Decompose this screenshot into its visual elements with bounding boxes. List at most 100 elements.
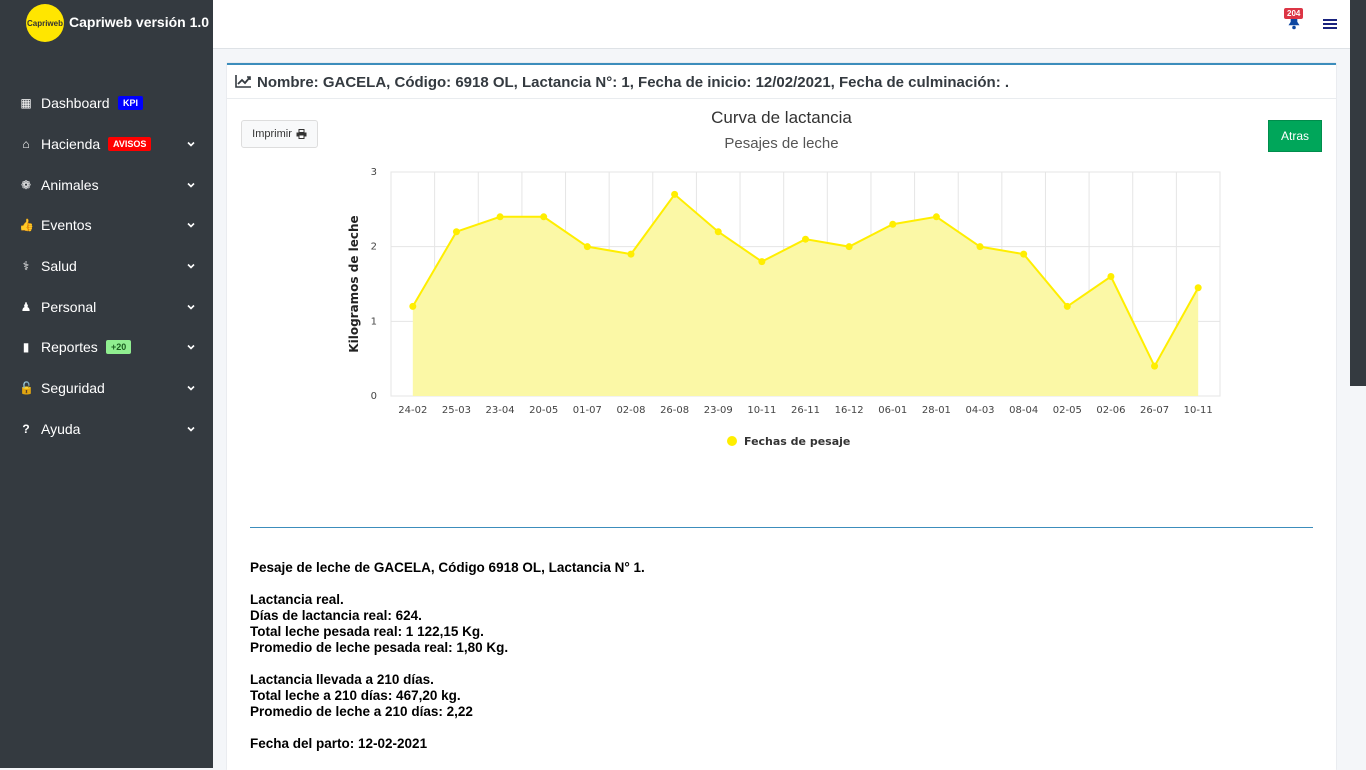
- sidebar-item-personal[interactable]: ♟ Personal: [0, 286, 213, 327]
- sidebar-item-label: Personal: [41, 298, 97, 315]
- y-tick-label: 2: [371, 242, 377, 253]
- hamburger-icon[interactable]: [1323, 17, 1337, 31]
- data-point: [671, 190, 679, 198]
- x-tick-label: 10-11: [747, 405, 776, 416]
- top-navbar: 204: [213, 0, 1350, 49]
- x-tick-label: 01-07: [573, 405, 602, 416]
- data-point: [1063, 302, 1071, 310]
- chevron-down-icon: [187, 223, 195, 229]
- x-tick-label: 26-07: [1140, 405, 1169, 416]
- data-point: [409, 302, 417, 310]
- sidebar-item-label: Reportes: [41, 339, 98, 356]
- data-point: [932, 213, 940, 221]
- chevron-down-icon: [187, 386, 195, 391]
- data-point: [1151, 362, 1159, 370]
- sidebar-item-label: Dashboard: [41, 95, 110, 112]
- question-icon: ?: [22, 421, 30, 436]
- sidebar-item-label: Salud: [41, 258, 77, 275]
- sidebar-item-eventos[interactable]: 👍 Eventos: [0, 205, 213, 246]
- grid-icon: ▦: [20, 96, 32, 111]
- data-point: [889, 220, 897, 228]
- sidebar: Capriweb Capriweb versión 1.0 ▦ Dashboard…: [0, 0, 213, 768]
- chevron-down-icon: [187, 264, 195, 269]
- chevron-down-icon: [187, 345, 195, 351]
- brand-logo-text: Capriweb: [26, 18, 63, 28]
- unlock-icon: 🔓: [19, 381, 34, 396]
- sidebar-badge: AVISOS: [108, 137, 152, 152]
- sidebar-item-animales[interactable]: ❁ Animales: [0, 164, 213, 205]
- stethoscope-icon: ⚕: [22, 259, 30, 274]
- data-point: [1194, 284, 1202, 292]
- sidebar-item-label: Ayuda: [41, 420, 81, 437]
- x-tick-label: 25-03: [442, 405, 471, 416]
- data-point: [976, 243, 984, 251]
- brand-logo: Capriweb: [26, 4, 64, 42]
- sidebar-item-dashboard[interactable]: ▦ Dashboard KPI: [0, 83, 213, 124]
- home-icon: ⌂: [22, 137, 30, 152]
- x-tick-label: 24-02: [398, 405, 427, 416]
- y-tick-label: 1: [371, 316, 377, 327]
- lactation-210-average: Promedio de leche a 210 días: 2,22: [250, 704, 473, 719]
- x-tick-label: 08-04: [1009, 405, 1038, 416]
- summary-heading: Pesaje de leche de GACELA, Código 6918 O…: [250, 560, 645, 575]
- data-point: [1020, 250, 1028, 258]
- sidebar-badge: KPI: [118, 96, 144, 111]
- chevron-down-icon: [187, 141, 195, 147]
- user-secret-icon: ♟: [20, 299, 32, 314]
- x-tick-label: 16-12: [835, 405, 864, 416]
- sidebar-item-salud[interactable]: ⚕ Salud: [0, 246, 213, 287]
- x-tick-label: 23-04: [486, 405, 515, 416]
- x-tick-label: 10-11: [1184, 405, 1213, 416]
- x-tick-label: 02-05: [1053, 405, 1082, 416]
- data-point: [452, 228, 460, 236]
- x-tick-label: 26-08: [660, 405, 689, 416]
- y-tick-label: 3: [371, 167, 377, 178]
- x-tick-label: 20-05: [529, 405, 558, 416]
- lactation-210-total: Total leche a 210 días: 467,20 kg.: [250, 688, 461, 703]
- brand-title: Capriweb versión 1.0: [69, 14, 210, 30]
- data-point: [583, 243, 591, 251]
- data-point: [758, 258, 766, 266]
- data-point: [802, 235, 809, 243]
- file-icon: ▮: [22, 340, 30, 355]
- x-tick-label: 26-11: [791, 405, 820, 416]
- sidebar-item-label: Hacienda: [41, 136, 101, 153]
- sidebar-item-ayuda[interactable]: ? Ayuda: [0, 409, 213, 450]
- sidebar-item-label: Eventos: [41, 217, 92, 234]
- data-point: [845, 243, 853, 251]
- sidebar-badge: +20: [106, 340, 132, 355]
- sidebar-item-seguridad[interactable]: 🔓 Seguridad: [0, 368, 213, 409]
- chevron-down-icon: [187, 304, 195, 310]
- data-point: [1107, 273, 1115, 281]
- scrollbar-thumb[interactable]: [1350, 0, 1366, 386]
- data-point: [540, 213, 548, 221]
- paw-icon: ❁: [20, 177, 32, 192]
- x-tick-label: 28-01: [922, 405, 951, 416]
- sidebar-nav: ▦ Dashboard KPI ⌂ Hacienda AVISOS ❁ Animales 👍 Ev…: [0, 83, 213, 449]
- x-tick-label: 02-06: [1096, 405, 1125, 416]
- legend-label: Fechas de pesaje: [744, 435, 850, 448]
- x-tick-label: 04-03: [965, 405, 994, 416]
- real-lactation-total: Total leche pesada real: 1 122,15 Kg.: [250, 624, 484, 639]
- summary-block: Pesaje de leche de GACELA, Código 6918 O…: [250, 560, 645, 752]
- lactation-card: Nombre: GACELA, Código: 6918 OL, Lactanc…: [227, 63, 1336, 770]
- real-lactation-title: Lactancia real.: [250, 592, 344, 607]
- chevron-down-icon: [187, 182, 195, 188]
- chevron-down-icon: [187, 426, 195, 432]
- brand-link[interactable]: Capriweb Capriweb versión 1.0: [0, 0, 213, 48]
- section-divider: [250, 527, 1313, 528]
- sidebar-item-reportes[interactable]: ▮ Reportes +20: [0, 327, 213, 368]
- data-point: [714, 228, 722, 236]
- real-lactation-average: Promedio de leche pesada real: 1,80 Kg.: [250, 640, 509, 655]
- x-tick-label: 06-01: [878, 405, 907, 416]
- legend-marker: [727, 436, 737, 446]
- x-tick-label: 02-08: [616, 405, 645, 416]
- sidebar-item-hacienda[interactable]: ⌂ Hacienda AVISOS: [0, 124, 213, 165]
- lactation-210-title: Lactancia llevada a 210 días.: [250, 672, 434, 687]
- birth-date: Fecha del parto: 12-02-2021: [250, 736, 428, 751]
- sidebar-item-label: Animales: [41, 176, 99, 193]
- notification-badge: 204: [1284, 8, 1304, 19]
- sidebar-item-label: Seguridad: [41, 380, 105, 397]
- y-axis-label: Kilogramos de leche: [347, 215, 361, 352]
- data-point: [496, 213, 504, 221]
